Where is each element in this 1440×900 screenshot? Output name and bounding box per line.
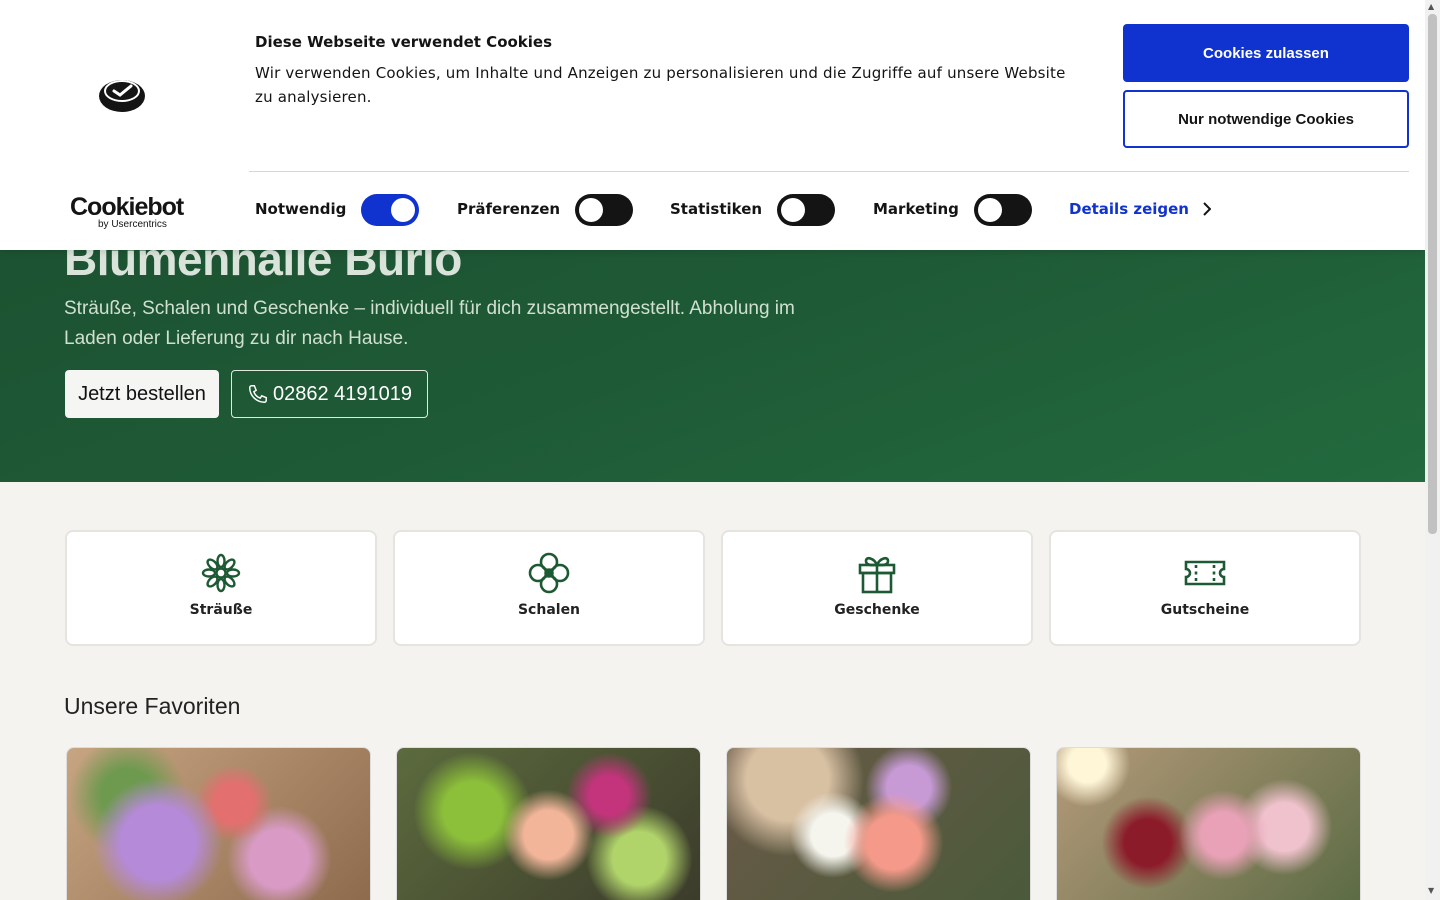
hero-subtitle: Sträuße, Schalen und Geschenke – individ…	[64, 298, 795, 349]
scroll-down-arrow[interactable]: ▼	[1428, 886, 1434, 895]
category-label: Sträuße	[189, 602, 253, 618]
order-now-button[interactable]: Jetzt bestellen	[65, 370, 219, 418]
toggle-praeferenzen[interactable]	[575, 194, 633, 226]
chevron-right-icon	[1203, 202, 1211, 216]
cookie-banner-text: Wir verwenden Cookies, um Inhalte und An…	[255, 64, 1066, 106]
ticket-icon	[1184, 560, 1226, 586]
category-label: Geschenke	[834, 602, 920, 618]
category-label: Schalen	[517, 602, 581, 618]
phone-button[interactable]: 02862 4191019	[231, 370, 428, 418]
divider	[249, 171, 1409, 172]
toggle-marketing[interactable]	[974, 194, 1032, 226]
necessary-cookies-button[interactable]: Nur notwendige Cookies	[1123, 90, 1409, 148]
flower-icon	[201, 553, 241, 593]
clover-flower-icon	[528, 552, 570, 594]
cookiebot-logo-sub: by Usercentrics	[98, 219, 167, 230]
toggle-label-notwendig: Notwendig	[255, 200, 347, 218]
phone-icon	[248, 385, 267, 403]
toggle-notwendig[interactable]	[361, 194, 419, 226]
details-link-label: Details zeigen	[1069, 200, 1189, 218]
gift-icon	[858, 556, 896, 594]
toggle-label-marketing: Marketing	[873, 200, 959, 218]
toggle-statistiken[interactable]	[777, 194, 835, 226]
toggle-label-statistiken: Statistiken	[670, 200, 763, 218]
category-label: Gutscheine	[1160, 602, 1250, 618]
cookiebot-logo: Cookiebot by Usercentrics	[70, 193, 184, 230]
product-image-1[interactable]	[66, 747, 371, 900]
allow-cookies-button[interactable]: Cookies zulassen	[1123, 24, 1409, 82]
phone-number: 02862 4191019	[272, 382, 413, 405]
toggle-label-praeferenzen: Präferenzen	[457, 200, 561, 218]
scroll-up-arrow[interactable]: ▲	[1428, 2, 1434, 11]
category-gutscheine[interactable]: Gutscheine	[1049, 530, 1361, 646]
scrollbar-thumb[interactable]	[1428, 14, 1437, 534]
product-image-3[interactable]	[726, 747, 1031, 900]
cookie-banner-title: Diese Webseite verwendet Cookies	[255, 33, 553, 51]
cookiebot-logo-text: Cookiebot	[70, 193, 184, 221]
category-schalen[interactable]: Schalen	[393, 530, 705, 646]
category-strausse[interactable]: Sträuße	[65, 530, 377, 646]
category-geschenke[interactable]: Geschenke	[721, 530, 1033, 646]
product-image-2[interactable]	[396, 747, 701, 900]
cookie-banner: Diese Webseite verwendet Cookies Wir ver…	[0, 0, 1425, 250]
details-link[interactable]: Details zeigen	[1069, 200, 1211, 218]
product-image-4[interactable]	[1056, 747, 1361, 900]
cookiebot-icon	[99, 80, 145, 112]
favorites-heading: Unsere Favoriten	[64, 693, 241, 719]
